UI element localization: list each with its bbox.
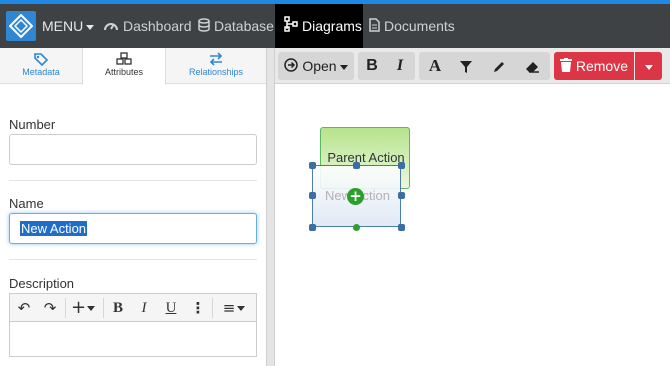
resize-handle-top-left[interactable] — [309, 162, 316, 169]
resize-handle-right[interactable] — [398, 192, 405, 199]
resize-handle-top[interactable] — [353, 162, 360, 169]
filter-button[interactable] — [452, 52, 480, 80]
format-group: A — [419, 52, 550, 80]
sitemap-icon — [284, 5, 298, 49]
arrow-circle-right-icon — [284, 53, 299, 81]
open-label: Open — [302, 58, 337, 74]
description-label: Description — [9, 276, 75, 291]
trash-icon — [559, 53, 572, 81]
tab-relationships-label: Relationships — [188, 67, 244, 77]
resize-handle-bottom-right[interactable] — [398, 224, 405, 231]
description-editor-toolbar: ↶ ↷ + B I U ⋮ ≡ — [9, 293, 257, 321]
name-field[interactable]: New Action — [9, 213, 257, 244]
filter-icon — [459, 58, 473, 74]
name-field-value: New Action — [20, 221, 88, 236]
remove-button[interactable]: Remove — [554, 52, 634, 80]
align-dropdown-button[interactable]: ≡ — [217, 298, 251, 318]
connection-handle-bottom[interactable] — [353, 224, 360, 231]
chevron-down-icon — [86, 24, 95, 30]
database-icon — [198, 5, 210, 49]
panel-splitter[interactable] — [266, 48, 275, 366]
underline-button[interactable]: U — [161, 298, 181, 318]
tab-attributes[interactable]: Attributes — [82, 48, 166, 85]
chevron-down-icon — [339, 64, 348, 70]
divider — [9, 259, 257, 260]
open-dropdown-button[interactable]: Open — [278, 52, 354, 80]
resize-handle-left[interactable] — [309, 192, 316, 199]
diagram-canvas[interactable]: Parent Action New Action + — [275, 85, 670, 366]
tab-relationships[interactable]: Relationships — [166, 48, 266, 84]
eraser-button[interactable] — [518, 52, 546, 80]
description-editor[interactable] — [9, 321, 257, 357]
top-navbar: MENU Dashboard Database Diagrams Documen… — [0, 0, 670, 48]
pencil-button[interactable] — [485, 52, 513, 80]
menu-label: MENU — [42, 18, 84, 34]
nav-diagrams-label: Diagrams — [302, 18, 362, 34]
menu-button[interactable]: MENU — [42, 12, 95, 40]
add-child-button[interactable]: + — [347, 188, 364, 205]
nav-database-label: Database — [214, 18, 274, 34]
properties-panel: Metadata Attributes Relationships Number… — [0, 48, 266, 366]
nav-diagrams[interactable]: Diagrams — [275, 4, 363, 48]
bold-button[interactable]: B — [108, 298, 128, 318]
chevron-down-icon — [87, 305, 96, 311]
nav-documents-label: Documents — [384, 18, 455, 34]
eraser-icon — [525, 58, 540, 74]
tab-metadata[interactable]: Metadata — [0, 48, 82, 84]
number-field[interactable] — [9, 134, 257, 165]
gauge-icon — [103, 5, 119, 49]
toolbar-divider — [103, 298, 104, 318]
toolbar-divider — [212, 298, 213, 318]
remove-dropdown-button[interactable] — [635, 52, 662, 80]
nav-dashboard-label: Dashboard — [123, 18, 192, 34]
tab-attributes-label: Attributes — [104, 67, 144, 77]
more-button[interactable]: ⋮ — [188, 298, 208, 318]
italic-button[interactable]: I — [386, 52, 414, 80]
redo-button[interactable]: ↷ — [40, 298, 60, 318]
toolbar-divider — [65, 298, 66, 318]
nav-dashboard[interactable]: Dashboard — [103, 4, 192, 48]
align-left-icon: ≡ — [222, 299, 236, 317]
resize-handle-bottom-left[interactable] — [309, 224, 316, 231]
resize-handle-top-right[interactable] — [398, 162, 405, 169]
plus-icon: + — [70, 297, 87, 318]
exchange-icon — [166, 52, 266, 66]
nav-documents[interactable]: Documents — [369, 4, 455, 48]
app-logo[interactable] — [6, 11, 36, 41]
name-label: Name — [9, 196, 44, 211]
divider — [9, 180, 257, 181]
document-icon — [369, 5, 380, 49]
italic-button[interactable]: I — [134, 298, 154, 318]
remove-label: Remove — [575, 58, 629, 74]
number-label: Number — [9, 117, 56, 132]
properties-tabs: Metadata Attributes Relationships — [0, 48, 266, 85]
chevron-down-icon — [237, 306, 246, 311]
insert-dropdown-button[interactable]: + — [68, 298, 98, 318]
bold-button[interactable]: B — [358, 52, 386, 80]
pencil-icon — [492, 58, 506, 74]
cubes-icon — [83, 52, 165, 66]
diagram-toolbar: Open B I A Remove — [275, 48, 670, 84]
undo-button[interactable]: ↶ — [14, 298, 34, 318]
tag-icon — [0, 52, 82, 67]
font-button[interactable]: A — [421, 52, 449, 80]
tab-metadata-label: Metadata — [22, 67, 60, 77]
nav-database[interactable]: Database — [198, 4, 274, 48]
text-style-group: B I — [358, 52, 415, 80]
chevron-down-icon — [644, 64, 653, 70]
